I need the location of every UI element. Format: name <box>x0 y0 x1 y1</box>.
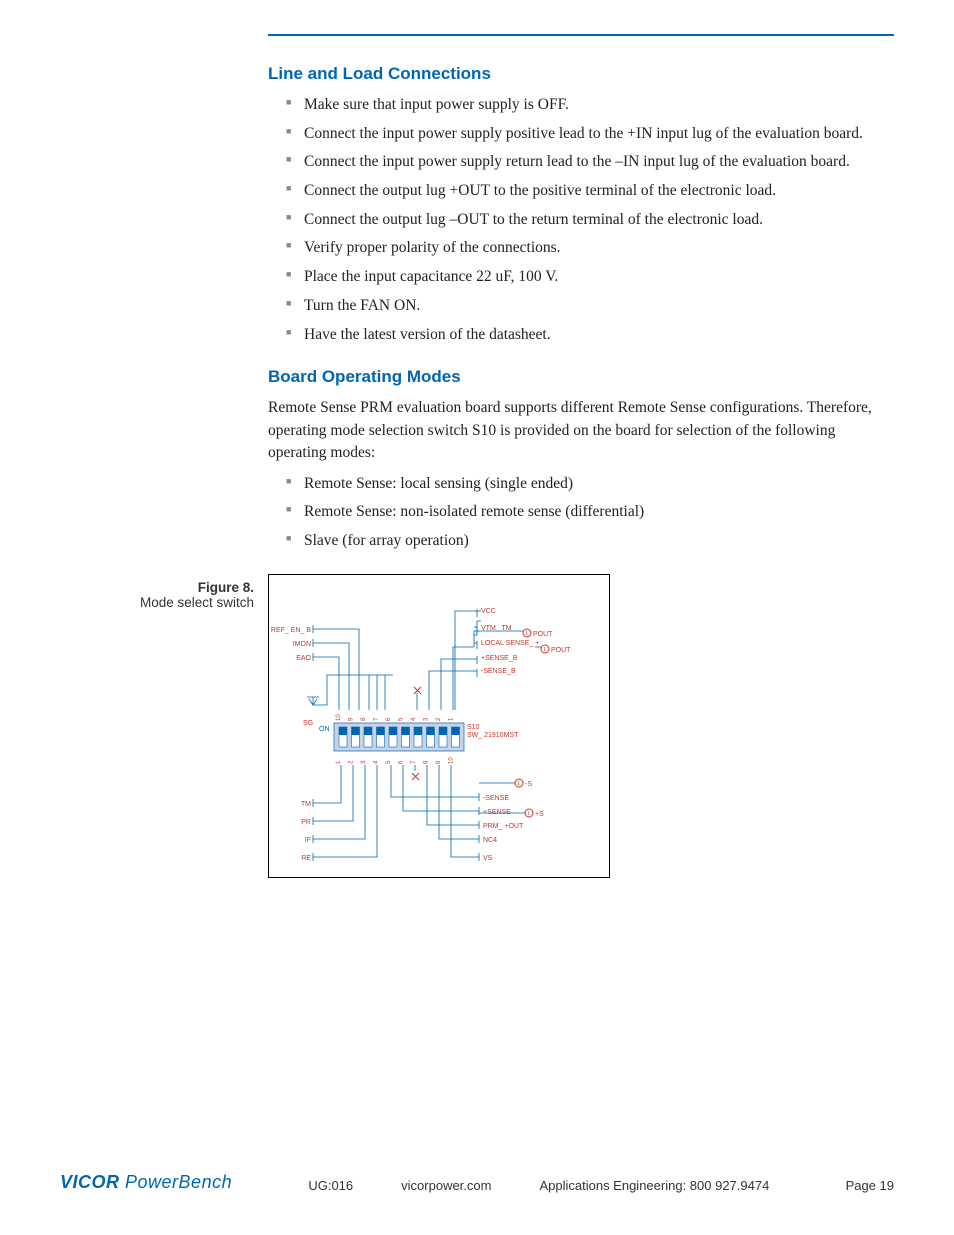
list-item: Place the input capacitance 22 uF, 100 V… <box>286 266 894 288</box>
page-footer: VICOR PowerBench UG:016 vicorpower.com A… <box>60 1172 894 1193</box>
svg-text:6: 6 <box>386 717 392 721</box>
svg-text:3: 3 <box>424 717 430 721</box>
svg-text:POUT: POUT <box>533 631 553 638</box>
svg-text:9: 9 <box>349 717 355 721</box>
svg-text:2: 2 <box>436 717 442 721</box>
svg-text:S10: S10 <box>467 724 480 731</box>
list-item: Have the latest version of the datasheet… <box>286 324 894 346</box>
svg-text:POUT: POUT <box>551 647 571 654</box>
svg-text:IMON: IMON <box>293 641 311 648</box>
svg-text:RE: RE <box>301 855 311 862</box>
svg-text:+SENSE_B: +SENSE_B <box>481 655 518 662</box>
svg-text:10: 10 <box>336 713 342 720</box>
svg-text:1: 1 <box>517 781 520 787</box>
list-item: Slave (for array operation) <box>286 530 894 552</box>
svg-text:TM: TM <box>301 801 311 808</box>
list-item: Make sure that input power supply is OFF… <box>286 94 894 116</box>
footer-ug: UG:016 <box>308 1178 353 1193</box>
svg-text:7: 7 <box>411 760 417 764</box>
list-item: Connect the output lug +OUT to the posit… <box>286 180 894 202</box>
figure-caption-text: Mode select switch <box>60 595 254 610</box>
svg-text:1: 1 <box>527 811 530 817</box>
svg-text:8: 8 <box>361 717 367 721</box>
svg-text:LOCAL SENSE_ +: LOCAL SENSE_ + <box>481 640 539 647</box>
svg-text:NC4: NC4 <box>483 837 497 844</box>
svg-text:VS: VS <box>483 855 493 862</box>
svg-text:REF_ EN_ B: REF_ EN_ B <box>271 627 311 634</box>
svg-text:SG: SG <box>303 720 313 727</box>
list-item: Connect the output lug –OUT to the retur… <box>286 209 894 231</box>
svg-text:VTM_ TM: VTM_ TM <box>481 625 512 632</box>
svg-text:-SENSE: -SENSE <box>483 795 509 802</box>
line-load-list: Make sure that input power supply is OFF… <box>268 94 894 345</box>
svg-text:VCC: VCC <box>481 608 496 615</box>
svg-text:1: 1 <box>543 647 546 653</box>
svg-text:8: 8 <box>424 760 430 764</box>
logo-vicor: VICOR <box>60 1172 120 1192</box>
svg-text:5: 5 <box>386 760 392 764</box>
footer-page: Page 19 <box>846 1178 894 1193</box>
svg-text:9: 9 <box>436 760 442 764</box>
svg-text:6: 6 <box>399 760 405 764</box>
svg-text:+S: +S <box>535 811 544 818</box>
footer-site: vicorpower.com <box>401 1178 491 1193</box>
svg-text:-SENSE_B: -SENSE_B <box>481 668 516 675</box>
svg-text:10: 10 <box>449 756 455 763</box>
svg-text:PR: PR <box>301 819 311 826</box>
svg-text:4: 4 <box>411 717 417 721</box>
svg-text:-S: -S <box>525 781 532 788</box>
figure-caption: Figure 8. Mode select switch <box>60 574 268 878</box>
logo-powerbench: PowerBench <box>125 1172 232 1192</box>
svg-text:4: 4 <box>374 760 380 764</box>
list-item: Connect the input power supply positive … <box>286 123 894 145</box>
mode-switch-diagram: 10 9 8 7 6 5 4 3 2 1 1 2 3 4 5 <box>268 574 610 878</box>
svg-text:+SENSE: +SENSE <box>483 809 511 816</box>
vicor-logo: VICOR PowerBench <box>60 1172 232 1193</box>
svg-text:2: 2 <box>349 760 355 764</box>
board-modes-list: Remote Sense: local sensing (single ende… <box>268 473 894 552</box>
list-item: Remote Sense: local sensing (single ende… <box>286 473 894 495</box>
svg-text:1: 1 <box>449 717 455 721</box>
header-rule <box>268 34 894 36</box>
svg-text:PRM_ +OUT: PRM_ +OUT <box>483 823 524 830</box>
list-item: Verify proper polarity of the connection… <box>286 237 894 259</box>
svg-text:7: 7 <box>374 717 380 721</box>
section-heading-line-load: Line and Load Connections <box>268 64 894 84</box>
svg-text:1: 1 <box>525 631 528 637</box>
section-heading-board-modes: Board Operating Modes <box>268 367 894 387</box>
svg-text:5: 5 <box>399 717 405 721</box>
list-item: Remote Sense: non-isolated remote sense … <box>286 501 894 523</box>
svg-text:ON: ON <box>319 726 330 733</box>
figure-number: Figure 8. <box>60 580 254 595</box>
svg-text:3: 3 <box>361 760 367 764</box>
svg-text:SW_ 21910MST: SW_ 21910MST <box>467 732 519 739</box>
svg-text:EAO: EAO <box>296 655 311 662</box>
svg-text:1: 1 <box>336 760 342 764</box>
board-modes-intro: Remote Sense PRM evaluation board suppor… <box>268 397 894 464</box>
list-item: Connect the input power supply return le… <box>286 151 894 173</box>
footer-phone: Applications Engineering: 800 927.9474 <box>539 1178 769 1193</box>
svg-text:IF: IF <box>305 837 311 844</box>
list-item: Turn the FAN ON. <box>286 295 894 317</box>
